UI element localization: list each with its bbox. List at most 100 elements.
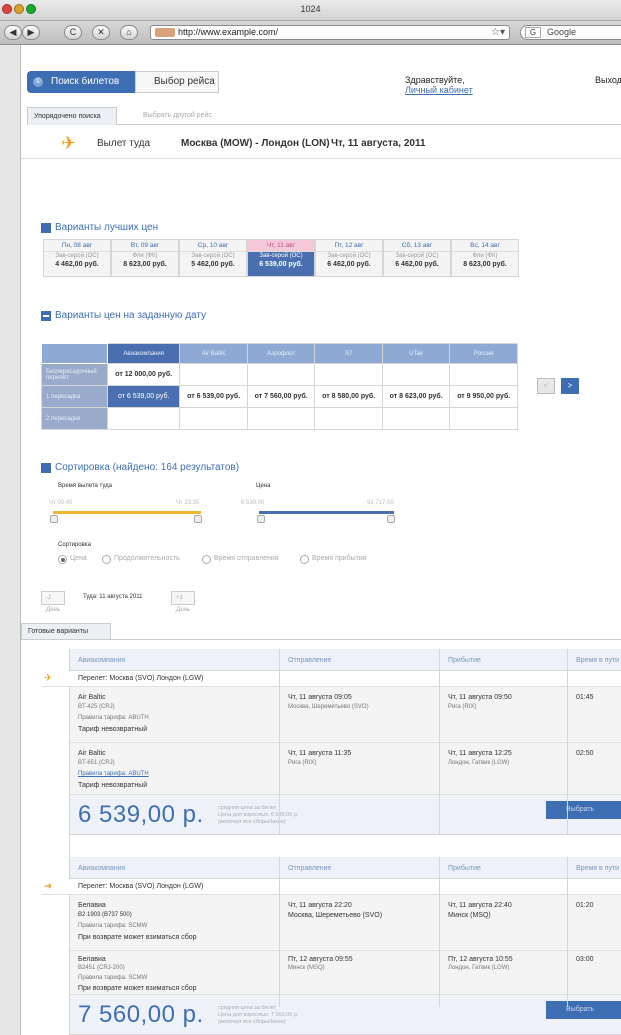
collapse-square-icon[interactable] bbox=[41, 311, 51, 321]
segment-departure: Чт, 11 августа 22:20 bbox=[288, 902, 352, 909]
departure-slider-handle-left[interactable] bbox=[50, 515, 58, 523]
forward-button[interactable]: ▶ bbox=[22, 25, 40, 40]
price-note-line: (включая все сборы/taxes) bbox=[218, 819, 286, 825]
grid-cell[interactable]: от 9 950,00 руб. bbox=[449, 385, 518, 408]
sort-header[interactable]: Сортировка (найдено: 164 результатов) bbox=[41, 462, 239, 474]
price-grid: Авиакомпания Air Baltic Аэрофлот S7 UTai… bbox=[41, 343, 518, 430]
grid-cell[interactable]: от 6 539,00 руб. bbox=[179, 385, 248, 408]
back-button[interactable]: ◀ bbox=[4, 25, 22, 40]
offer-columns: Авиакомпания Отправление Прибытие Время … bbox=[70, 857, 621, 879]
grid-airline-header[interactable]: Аэрофлот bbox=[246, 343, 316, 364]
price-day-cell[interactable]: Пн, 08 авг Зав-серой (OC) 4 462,00 руб. bbox=[43, 239, 111, 277]
segment-airline: Белавиа bbox=[78, 956, 106, 963]
day-price: 6 462,00 руб. bbox=[395, 261, 439, 268]
bookmark-star-icon[interactable]: ☆▾ bbox=[491, 26, 505, 39]
grid-cell[interactable]: от 7 560,00 руб. bbox=[246, 385, 316, 408]
expand-square-icon[interactable] bbox=[41, 223, 51, 233]
grid-cell[interactable] bbox=[381, 363, 451, 386]
sort-by-price[interactable]: Цена bbox=[58, 555, 87, 564]
grid-airline-header[interactable]: Россия bbox=[449, 343, 518, 364]
plane-icon: ✈ bbox=[44, 673, 53, 684]
exit-link[interactable]: Выход bbox=[595, 75, 621, 85]
grid-next-button[interactable]: > bbox=[561, 378, 579, 394]
departure-slider-handle-right[interactable] bbox=[194, 515, 202, 523]
tab-other-flight[interactable]: Выбрать другой рейс bbox=[137, 107, 218, 125]
day-class: Зав-серой (OC) bbox=[191, 253, 235, 259]
grid-airline-header[interactable]: S7 bbox=[314, 343, 383, 364]
next-day-button[interactable]: +1 День bbox=[171, 591, 196, 613]
cabinet-link[interactable]: Личный кабинет bbox=[405, 85, 473, 95]
segment-duration: 02:50 bbox=[576, 750, 594, 757]
segment-arrival-place: Лондон, Гатвик (LGW) bbox=[448, 965, 510, 971]
grid-cell[interactable] bbox=[314, 407, 383, 430]
ready-options-tab[interactable]: Готовые варианты bbox=[21, 623, 111, 639]
grid-corner bbox=[41, 343, 108, 364]
grid-cell[interactable] bbox=[246, 363, 316, 386]
price-day-cell[interactable]: Пт, 12 авг Зав-серой (OC) 6 462,00 руб. bbox=[315, 239, 383, 277]
price-day-cell[interactable]: Ср, 10 авг Зав-серой (OC) 5 462,00 руб. bbox=[179, 239, 247, 277]
prev-day-button[interactable]: -1 День bbox=[41, 591, 66, 613]
segment-arrival-place: Рига (RIX) bbox=[448, 704, 477, 710]
segment-departure-place: Москва, Шереметьево (SVO) bbox=[288, 704, 369, 710]
price-slider[interactable] bbox=[259, 511, 394, 514]
step-search[interactable]: ① Поиск билетов bbox=[27, 71, 145, 93]
grid-cell[interactable] bbox=[179, 407, 248, 430]
price-day-cell[interactable]: Сб, 13 авг Зав-серой (OC) 6 462,00 руб. bbox=[383, 239, 451, 277]
segment-fare-rules[interactable]: Правила тарифа: SCMW bbox=[78, 922, 147, 931]
stop-button[interactable]: ✕ bbox=[92, 25, 110, 40]
price-filter-label: Цена bbox=[256, 483, 271, 489]
best-prices-strip: Пн, 08 авг Зав-серой (OC) 4 462,00 руб. … bbox=[43, 239, 519, 277]
grid-cell[interactable]: от 8 580,00 руб. bbox=[314, 385, 383, 408]
price-day-cell[interactable]: Вс, 14 авг Фли (ФК) 8 623,00 руб. bbox=[451, 239, 519, 277]
col-departure: Отправление bbox=[288, 657, 332, 664]
segment-fare-rules[interactable]: Правила тарифа: SCMW bbox=[78, 974, 147, 983]
step-select-flight[interactable]: Выбор рейса bbox=[135, 71, 219, 93]
home-button[interactable]: ⌂ bbox=[120, 25, 138, 40]
segment-airline: Air Baltic bbox=[78, 694, 106, 701]
segment-departure-place: Рига (RIX) bbox=[288, 760, 317, 766]
grid-airline-header[interactable]: Авиакомпания bbox=[106, 343, 181, 364]
segment-arrival-place: Лондон, Гатвик (LGW) bbox=[448, 760, 510, 766]
sort-by-arrival[interactable]: Время прибытия bbox=[300, 555, 367, 564]
sort-by-duration[interactable]: Продолжительность bbox=[102, 555, 180, 564]
grid-cell[interactable] bbox=[449, 363, 518, 386]
tab-results[interactable]: Упорядочено поиска bbox=[27, 107, 117, 125]
sort-by-label: Сортировка bbox=[58, 542, 91, 548]
address-bar[interactable]: http://www.example.com/ ☆▾ bbox=[150, 25, 510, 40]
plane-icon: ✈ bbox=[61, 133, 77, 153]
grid-cell[interactable] bbox=[381, 407, 451, 430]
price-slider-handle-left[interactable] bbox=[257, 515, 265, 523]
day-class: Зав-серой (OC) bbox=[327, 253, 371, 259]
column-divider bbox=[439, 649, 440, 835]
grid-cell[interactable] bbox=[314, 363, 383, 386]
direction-label: Вылет туда bbox=[97, 138, 151, 149]
grid-airline-header[interactable]: UTair bbox=[381, 343, 451, 364]
date-grid-header[interactable]: Варианты цен на заданную дату bbox=[41, 310, 206, 322]
grid-cell[interactable] bbox=[179, 363, 248, 386]
grid-airline-header[interactable]: Air Baltic bbox=[179, 343, 248, 364]
select-offer-button[interactable]: Выбрать bbox=[546, 1001, 621, 1019]
grid-cell-selected[interactable]: от 6 539,00 руб. bbox=[106, 385, 181, 408]
segment-fare-rules[interactable]: Правила тарифа: ABUTH bbox=[78, 714, 149, 723]
sort-by-departure[interactable]: Время отправления bbox=[202, 555, 279, 564]
expand-square-icon[interactable] bbox=[41, 463, 51, 473]
reload-button[interactable]: C bbox=[64, 25, 82, 40]
col-arrival: Прибытие bbox=[448, 865, 481, 872]
segment-fare-rules-link[interactable]: Правила тарифа: ABUTH bbox=[78, 770, 149, 779]
grid-prev-button[interactable]: < bbox=[537, 378, 555, 394]
grid-cell[interactable] bbox=[449, 407, 518, 430]
price-day-cell-selected[interactable]: Чт, 11 авг Зав-серой (OC) 6 539,00 руб. bbox=[247, 239, 315, 277]
user-greeting: Здравствуйте, Личный кабинет bbox=[405, 75, 473, 95]
price-day-cell[interactable]: Вт, 09 авг Фли (ФК) 8 623,00 руб. bbox=[111, 239, 179, 277]
grid-cell[interactable]: от 8 623,00 руб. bbox=[381, 385, 451, 408]
grid-cell[interactable] bbox=[246, 407, 316, 430]
select-offer-button[interactable]: Выбрать bbox=[546, 801, 621, 819]
search-field[interactable]: G Google bbox=[520, 25, 621, 40]
price-slider-handle-right[interactable] bbox=[387, 515, 395, 523]
window-titlebar: 1024 bbox=[0, 0, 621, 21]
grid-cell[interactable] bbox=[106, 407, 181, 430]
grid-cell[interactable]: от 12 000,00 руб. bbox=[106, 363, 181, 386]
departure-slider[interactable] bbox=[53, 511, 201, 514]
best-prices-header[interactable]: Варианты лучших цен bbox=[41, 222, 158, 234]
price-note-line: средняя цена за билет bbox=[218, 1005, 277, 1011]
